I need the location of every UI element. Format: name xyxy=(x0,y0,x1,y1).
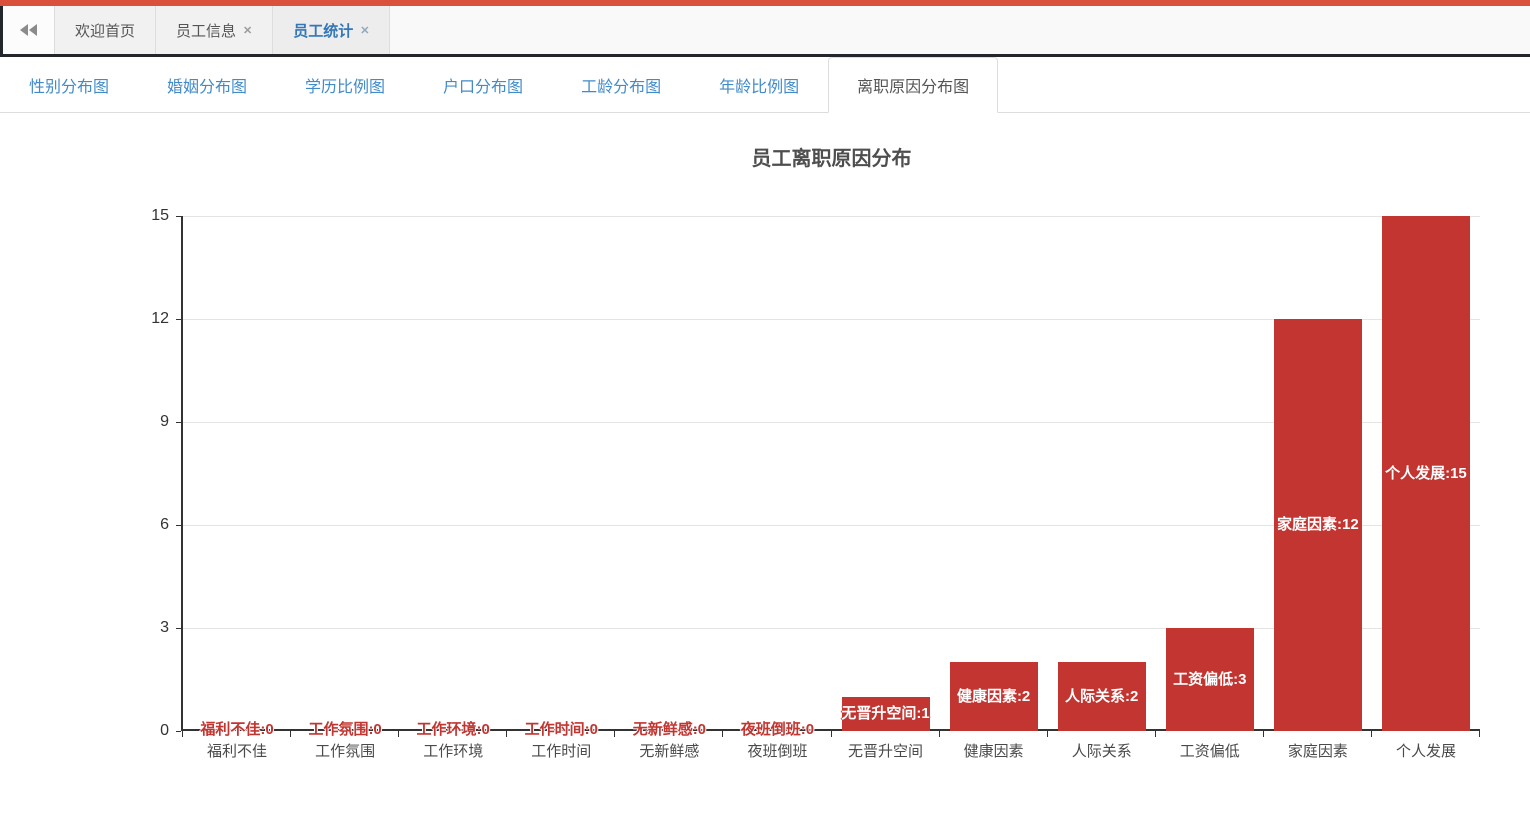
x-axis-label: 工作环境 xyxy=(399,741,507,763)
y-axis-label: 12 xyxy=(121,308,169,330)
y-axis-label: 6 xyxy=(121,514,169,536)
subtab-resignation-reason-chart[interactable]: 离职原因分布图 xyxy=(828,57,998,113)
x-axis-tick xyxy=(1263,731,1264,737)
chart-panel: 员工离职原因分布 03691215福利不佳:0福利不佳工作氛围:0工作氛围工作环… xyxy=(0,113,1530,837)
x-axis-label: 个人发展 xyxy=(1372,741,1480,763)
subtab-education-chart[interactable]: 学历比例图 xyxy=(276,57,414,112)
x-axis-label: 无晋升空间 xyxy=(832,741,940,763)
bar-value-label: 个人发展:15 xyxy=(1342,463,1510,485)
y-axis-label: 9 xyxy=(121,411,169,433)
subtab-marriage-chart[interactable]: 婚姻分布图 xyxy=(138,57,276,112)
x-axis-tick xyxy=(1371,731,1372,737)
subtab-age-chart[interactable]: 年龄比例图 xyxy=(690,57,828,112)
x-axis-tick xyxy=(1155,731,1156,737)
x-axis-label: 家庭因素 xyxy=(1264,741,1372,763)
close-tab-icon[interactable]: ✕ xyxy=(360,24,369,37)
bar-value-label: 家庭因素:12 xyxy=(1234,514,1402,536)
x-axis-label: 工作时间 xyxy=(507,741,615,763)
tab-employee-info[interactable]: 员工信息 ✕ xyxy=(156,6,273,54)
resignation-reason-bar-chart[interactable]: 03691215福利不佳:0福利不佳工作氛围:0工作氛围工作环境:0工作环境工作… xyxy=(0,113,1530,837)
close-tab-icon[interactable]: ✕ xyxy=(243,24,252,37)
y-axis-label: 15 xyxy=(121,205,169,227)
tab-welcome-home[interactable]: 欢迎首页 xyxy=(55,6,156,54)
bar-value-label: 工资偏低:3 xyxy=(1126,669,1294,691)
chart-subtabs: 性别分布图 婚姻分布图 学历比例图 户口分布图 工龄分布图 年龄比例图 离职原因… xyxy=(0,57,1530,113)
x-axis-label: 福利不佳 xyxy=(183,741,291,763)
x-axis-tick xyxy=(939,731,940,737)
tab-label: 员工信息 xyxy=(176,20,236,41)
y-axis-line xyxy=(181,216,183,731)
tab-label: 欢迎首页 xyxy=(75,20,135,41)
collapse-tabs-button[interactable] xyxy=(3,6,55,54)
window-tabstrip: 欢迎首页 员工信息 ✕ 员工统计 ✕ xyxy=(0,6,1530,57)
x-axis-label: 夜班倒班 xyxy=(723,741,831,763)
y-axis-label: 3 xyxy=(121,617,169,639)
x-axis-label: 工作氛围 xyxy=(291,741,399,763)
x-axis-label: 无新鲜感 xyxy=(615,741,723,763)
tab-label: 员工统计 xyxy=(293,20,353,41)
x-axis-label: 工资偏低 xyxy=(1156,741,1264,763)
subtab-household-chart[interactable]: 户口分布图 xyxy=(414,57,552,112)
double-left-arrow-icon xyxy=(29,24,37,36)
x-axis-tick xyxy=(1479,731,1480,737)
tab-employee-stats[interactable]: 员工统计 ✕ xyxy=(273,6,390,54)
x-axis-label: 人际关系 xyxy=(1048,741,1156,763)
x-axis-label: 健康因素 xyxy=(940,741,1048,763)
subtab-gender-chart[interactable]: 性别分布图 xyxy=(0,57,138,112)
gridline xyxy=(183,216,1480,217)
double-left-arrow-icon xyxy=(20,24,28,36)
x-axis-tick xyxy=(1047,731,1048,737)
subtab-seniority-chart[interactable]: 工龄分布图 xyxy=(552,57,690,112)
